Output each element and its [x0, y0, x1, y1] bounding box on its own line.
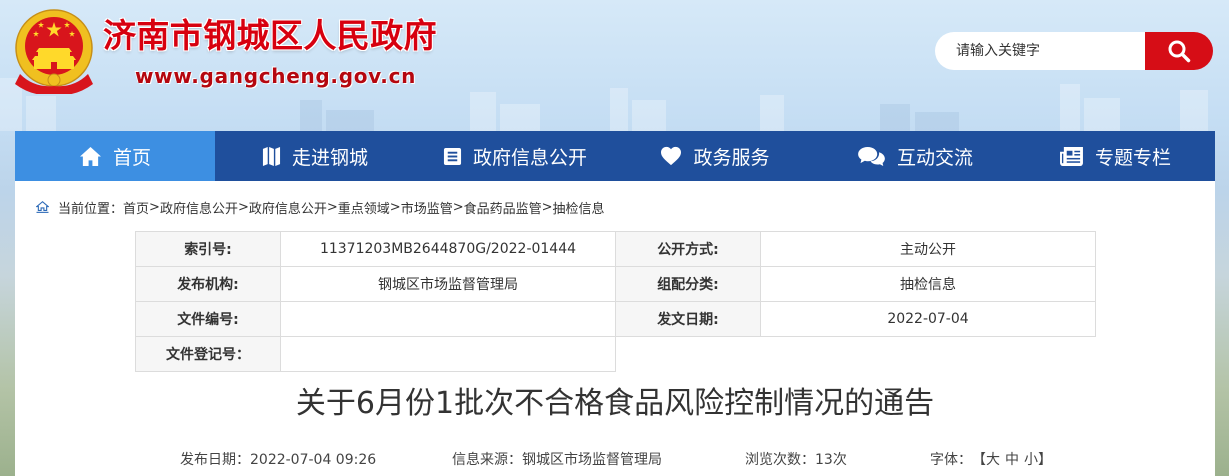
publish-date: 发布日期： 2022-07-04 09:26	[180, 451, 376, 469]
info-source-label: 信息来源：	[452, 452, 522, 468]
registration-number-label: 文件登记号：	[135, 336, 281, 372]
breadcrumb-separator: >	[149, 199, 160, 215]
article-title: 关于6月份1批次不合格食品风险控制情况的通告	[295, 386, 935, 421]
issue-date-value: 2022-07-04	[760, 301, 1096, 337]
breadcrumb-link[interactable]: 食品药品监管	[464, 198, 542, 217]
registration-number-value	[280, 336, 616, 372]
disclosure-method-label: 公开方式:	[615, 231, 761, 267]
publisher-value: 钢城区市场监督管理局	[280, 266, 616, 302]
breadcrumb-link[interactable]: 抽检信息	[553, 198, 605, 217]
breadcrumb-link[interactable]: 市场监管	[401, 198, 453, 217]
breadcrumb-link[interactable]: 政府信息公开	[160, 198, 238, 217]
content-panel: 当前位置： 首页 > 政府信息公开 > 政府信息公开 > 重点领域 > 市场监管…	[15, 181, 1215, 476]
category-label: 组配分类:	[615, 266, 761, 302]
font-size-bracket-open: 【	[972, 452, 986, 468]
font-size-large-link[interactable]: 大	[986, 451, 1000, 469]
home-icon	[79, 146, 102, 167]
font-size-small-link[interactable]: 小	[1024, 451, 1038, 469]
index-number-value: 11371203MB2644870G/2022-01444	[280, 231, 616, 267]
national-emblem-icon	[15, 9, 93, 94]
breadcrumb-separator: >	[452, 199, 464, 215]
category-value: 抽检信息	[760, 266, 1096, 302]
info-row: 发布机构: 钢城区市场监督管理局 组配分类: 抽检信息	[135, 266, 1096, 302]
list-icon	[443, 147, 462, 166]
font-size-label: 字体：	[930, 452, 972, 468]
breadcrumb-prefix: 当前位置：	[58, 201, 124, 217]
publish-date-value: 2022-07-04 09:26	[250, 452, 377, 468]
breadcrumb-link[interactable]: 重点领域	[338, 198, 390, 217]
nav-label: 政务服务	[693, 146, 770, 169]
search-icon	[1168, 40, 1191, 63]
nav-item-home[interactable]: 首页	[15, 131, 215, 181]
font-size-control: 字体： 【 大 中 小 】	[930, 451, 1052, 469]
heart-icon	[660, 146, 682, 166]
info-table: 索引号: 11371203MB2644870G/2022-01444 公开方式:…	[135, 231, 1096, 372]
breadcrumb-separator: >	[389, 199, 401, 215]
view-count-value: 13次	[815, 452, 847, 468]
font-size-medium-link[interactable]: 中	[1005, 451, 1019, 469]
search-box	[935, 32, 1145, 70]
nav-label: 专题专栏	[1094, 146, 1171, 169]
map-icon	[262, 146, 281, 167]
search-input[interactable]	[935, 32, 1145, 70]
info-row: 文件登记号：	[135, 336, 1096, 372]
view-count: 浏览次数： 13次	[745, 451, 847, 469]
site-title: 济南市钢城区人民政府	[103, 16, 437, 55]
nav-item-about-gangcheng[interactable]: 走进钢城	[215, 131, 415, 181]
nav-label: 走进钢城	[291, 146, 368, 169]
font-size-bracket-close: 】	[1038, 452, 1052, 468]
document-number-label: 文件编号:	[135, 301, 281, 337]
nav-label: 互动交流	[896, 146, 973, 169]
publish-date-label: 发布日期：	[180, 452, 250, 468]
newspaper-icon	[1059, 146, 1084, 167]
nav-item-government-services[interactable]: 政务服务	[615, 131, 815, 181]
nav-item-government-info[interactable]: 政府信息公开	[415, 131, 615, 181]
publisher-label: 发布机构:	[135, 266, 281, 302]
breadcrumb: 当前位置： 首页 > 政府信息公开 > 政府信息公开 > 重点领域 > 市场监管…	[36, 197, 605, 217]
index-number-label: 索引号:	[135, 231, 281, 267]
main-nav: 首页 走进钢城 政府信息公开 政务服务 互动交流 专题专栏	[15, 131, 1215, 181]
site-header: 济南市钢城区人民政府 www.gangcheng.gov.cn	[0, 0, 1229, 131]
view-count-label: 浏览次数：	[745, 452, 815, 468]
info-source: 信息来源： 钢城区市场监督管理局	[452, 451, 662, 469]
breadcrumb-link[interactable]: 首页	[123, 198, 149, 217]
search-button[interactable]	[1145, 32, 1213, 70]
nav-item-special-topics[interactable]: 专题专栏	[1015, 131, 1215, 181]
site-url: www.gangcheng.gov.cn	[135, 64, 417, 88]
nav-item-interaction[interactable]: 互动交流	[815, 131, 1015, 181]
issue-date-label: 发文日期:	[615, 301, 761, 337]
chat-icon	[857, 146, 886, 167]
nav-label: 政府信息公开	[472, 146, 587, 169]
breadcrumb-separator: >	[237, 199, 249, 215]
info-source-value: 钢城区市场监督管理局	[522, 452, 662, 468]
document-number-value	[280, 301, 616, 337]
nav-label: 首页	[112, 146, 151, 169]
info-row: 索引号: 11371203MB2644870G/2022-01444 公开方式:…	[135, 231, 1096, 267]
breadcrumb-link[interactable]: 政府信息公开	[249, 198, 327, 217]
home-icon	[36, 201, 49, 213]
info-row: 文件编号: 发文日期: 2022-07-04	[135, 301, 1096, 337]
breadcrumb-separator: >	[541, 199, 553, 215]
disclosure-method-value: 主动公开	[760, 231, 1096, 267]
breadcrumb-separator: >	[326, 199, 338, 215]
